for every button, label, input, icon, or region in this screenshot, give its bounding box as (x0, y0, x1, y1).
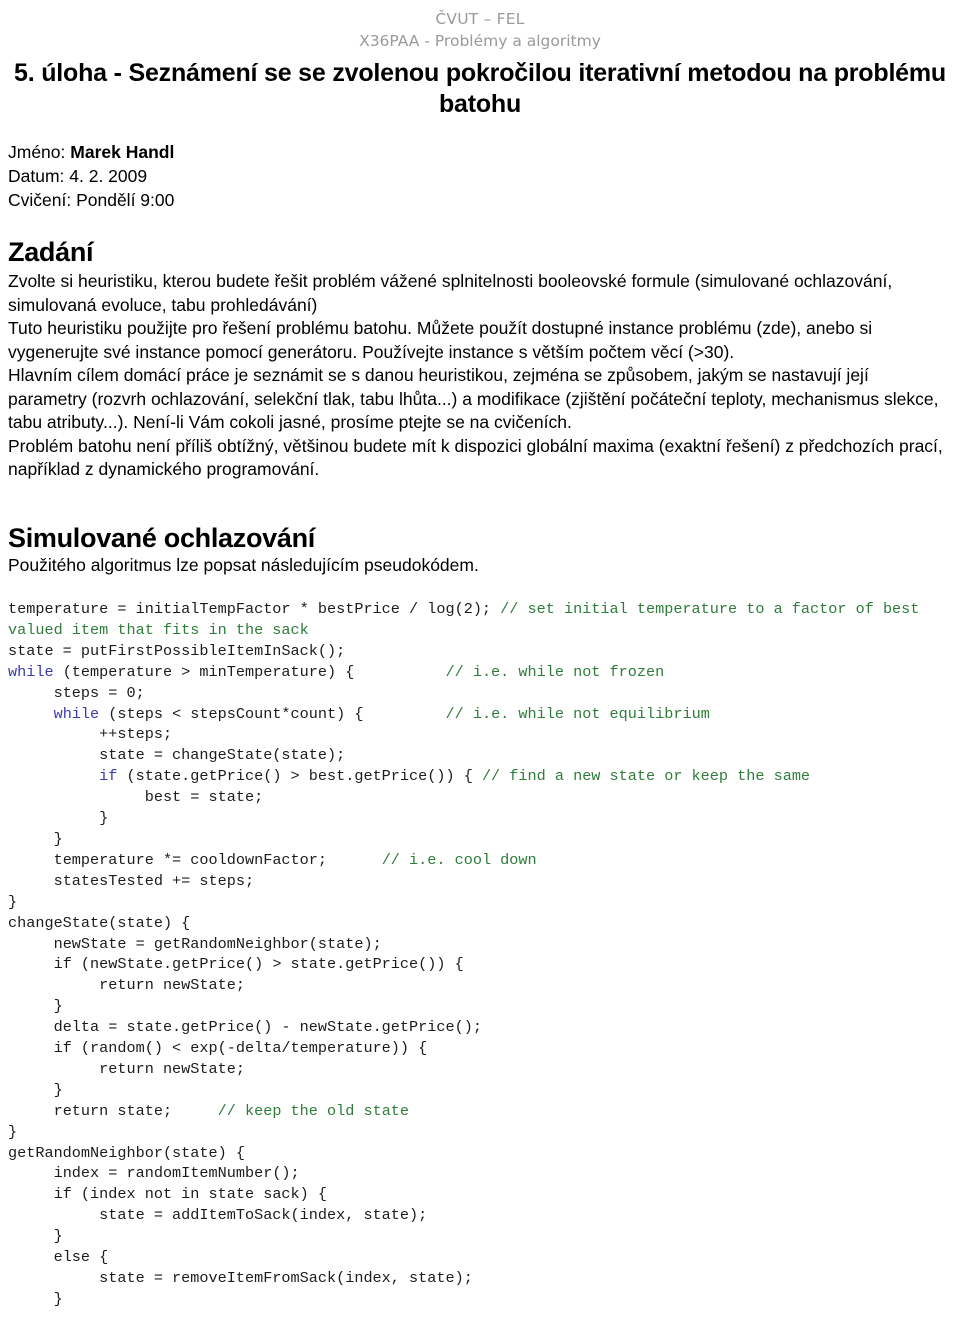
pseudocode-line: if (newState.getPrice() > state.getPrice… (8, 954, 952, 975)
pseudocode-line: getRandomNeighbor(state) { (8, 1143, 952, 1164)
pseudocode-line: } (8, 996, 952, 1017)
pseudocode-line: } (8, 1080, 952, 1101)
pseudocode-comment: // keep the old state (217, 1101, 410, 1120)
pseudocode-line: } (8, 1289, 952, 1310)
pseudocode-line: if (random() < exp(-delta/temperature)) … (8, 1038, 952, 1059)
pseudocode-line: return newState; (8, 1059, 952, 1080)
pseudocode-line: index = randomItemNumber(); (8, 1163, 952, 1184)
pseudocode-line: if (index not in state sack) { (8, 1184, 952, 1205)
meta-row-exercise: Cvičení: Pondělí 9:00 (8, 190, 175, 210)
pseudocode-line: } (8, 1122, 952, 1143)
pseudocode-line: delta = state.getPrice() - newState.getP… (8, 1017, 952, 1038)
pseudocode-text: index = randomItemNumber(); (8, 1164, 300, 1183)
pseudocode-text: } (8, 809, 109, 828)
pseudocode-text (8, 705, 54, 723)
pseudocode-comment: // find a new state or keep the same (481, 767, 811, 786)
assignment-heading: Zadání (8, 237, 94, 267)
pseudocode-text: newState = getRandomNeighbor(state); (8, 934, 382, 953)
document-header: ČVUT – FEL X36PAA - Problémy a algoritmy (8, 8, 952, 52)
pseudocode-keyword: while (8, 662, 54, 681)
pseudocode-line: else { (8, 1247, 952, 1268)
pseudocode-line: temperature = initialTempFactor * bestPr… (8, 599, 952, 641)
pseudocode-text: } (8, 1122, 18, 1141)
pseudocode-text: } (8, 1289, 63, 1308)
pseudocode-line: state = addItemToSack(index, state); (8, 1205, 952, 1226)
pseudocode-text: state = changeState(state); (8, 746, 346, 765)
pseudocode-text: if (random() < exp(-delta/temperature)) … (8, 1039, 428, 1058)
pseudocode-line: best = state; (8, 787, 952, 808)
pseudocode-line: changeState(state) { (8, 913, 952, 934)
pseudocode-line: return state; // keep the old state (8, 1101, 952, 1122)
pseudocode-keyword: if (99, 767, 118, 786)
pseudocode-line: ++steps; (8, 724, 952, 745)
pseudocode-comment: // i.e. while not equilibrium (445, 704, 710, 723)
pseudocode-line: while (steps < stepsCount*count) { // i.… (8, 704, 952, 725)
pseudocode-text: (temperature > minTemperature) { (53, 662, 446, 681)
pseudocode-text: state = putFirstPossibleItemInSack(); (8, 641, 346, 660)
pseudocode-text: temperature = initialTempFactor * bestPr… (8, 600, 501, 618)
pseudocode-keyword: while (53, 704, 100, 723)
pseudocode-text: if (index not in state sack) { (8, 1185, 327, 1204)
pseudocode-text: statesTested += steps; (8, 871, 255, 890)
pseudocode-line: } (8, 892, 952, 913)
meta-row-date: Datum: 4. 2. 2009 (8, 166, 148, 186)
pseudocode-text: } (8, 1227, 63, 1246)
pseudocode-text: delta = state.getPrice() - newState.getP… (8, 1018, 482, 1037)
header-course-line: X36PAA - Problémy a algoritmy (359, 32, 601, 50)
meta-row-name: Jméno: Marek Handl (8, 140, 952, 164)
annealing-intro: Použitého algoritmus lze popsat následuj… (8, 554, 479, 575)
pseudocode-text: (steps < stepsCount*count) { (99, 704, 446, 723)
pseudocode-text: state = addItemToSack(index, state); (8, 1206, 428, 1225)
pseudocode-text: best = state; (8, 788, 264, 807)
pseudocode-text (8, 767, 99, 785)
document-page: ČVUT – FEL X36PAA - Problémy a algoritmy… (0, 0, 960, 1328)
pseudocode-comment: // i.e. while not frozen (445, 662, 665, 681)
pseudocode-block: temperature = initialTempFactor * bestPr… (8, 599, 952, 1310)
pseudocode-line: if (state.getPrice() > best.getPrice()) … (8, 766, 952, 787)
document-meta: Jméno: Marek Handl Datum: 4. 2. 2009 Cvi… (8, 140, 952, 212)
assignment-paragraph: Hlavním cílem domácí práce je seznámit s… (8, 365, 939, 432)
pseudocode-comment: // i.e. cool down (381, 850, 537, 869)
assignment-paragraph: Zvolte si heuristiku, kterou budete řeši… (8, 271, 893, 315)
pseudocode-line: newState = getRandomNeighbor(state); (8, 934, 952, 955)
meta-name-value: Marek Handl (70, 142, 175, 162)
pseudocode-text: if (newState.getPrice() > state.getPrice… (8, 955, 464, 974)
pseudocode-text: } (8, 892, 18, 911)
pseudocode-text: steps = 0; (8, 683, 145, 702)
pseudocode-line: statesTested += steps; (8, 871, 952, 892)
meta-name-label: Jméno: (8, 142, 66, 162)
pseudocode-line: state = changeState(state); (8, 745, 952, 766)
pseudocode-text: else { (8, 1248, 109, 1267)
page-title: 5. úloha - Seznámení se se zvolenou pokr… (14, 59, 946, 118)
pseudocode-line: } (8, 1226, 952, 1247)
pseudocode-line: } (8, 829, 952, 850)
assignment-paragraph: Tuto heuristiku použijte pro řešení prob… (8, 318, 873, 362)
pseudocode-line: state = putFirstPossibleItemInSack(); (8, 641, 952, 662)
pseudocode-text: } (8, 1080, 63, 1099)
assignment-body: Zvolte si heuristiku, kterou budete řeši… (8, 270, 952, 482)
pseudocode-text: } (8, 829, 63, 848)
pseudocode-line: return newState; (8, 975, 952, 996)
pseudocode-text: } (8, 997, 63, 1016)
pseudocode-text: state = removeItemFromSack(index, state)… (8, 1269, 473, 1287)
pseudocode-line: while (temperature > minTemperature) { /… (8, 662, 952, 683)
pseudocode-text: return state; (8, 1101, 218, 1120)
pseudocode-text: return newState; (8, 976, 245, 995)
pseudocode-text: return newState; (8, 1059, 245, 1078)
pseudocode-line: temperature *= cooldownFactor; // i.e. c… (8, 850, 952, 871)
pseudocode-line: state = removeItemFromSack(index, state)… (8, 1268, 952, 1289)
pseudocode-line: } (8, 808, 952, 829)
pseudocode-text: getRandomNeighbor(state) { (8, 1143, 245, 1162)
pseudocode-text: ++steps; (8, 725, 173, 744)
header-university-line: ČVUT – FEL (435, 10, 525, 28)
pseudocode-text: temperature *= cooldownFactor; (8, 850, 382, 869)
assignment-paragraph: Problém batohu není příliš obtížný, větš… (8, 435, 943, 480)
pseudocode-line: steps = 0; (8, 683, 952, 704)
annealing-heading: Simulované ochlazování (8, 522, 315, 553)
pseudocode-text: changeState(state) { (8, 913, 191, 932)
pseudocode-text: (state.getPrice() > best.getPrice()) { (117, 767, 482, 786)
